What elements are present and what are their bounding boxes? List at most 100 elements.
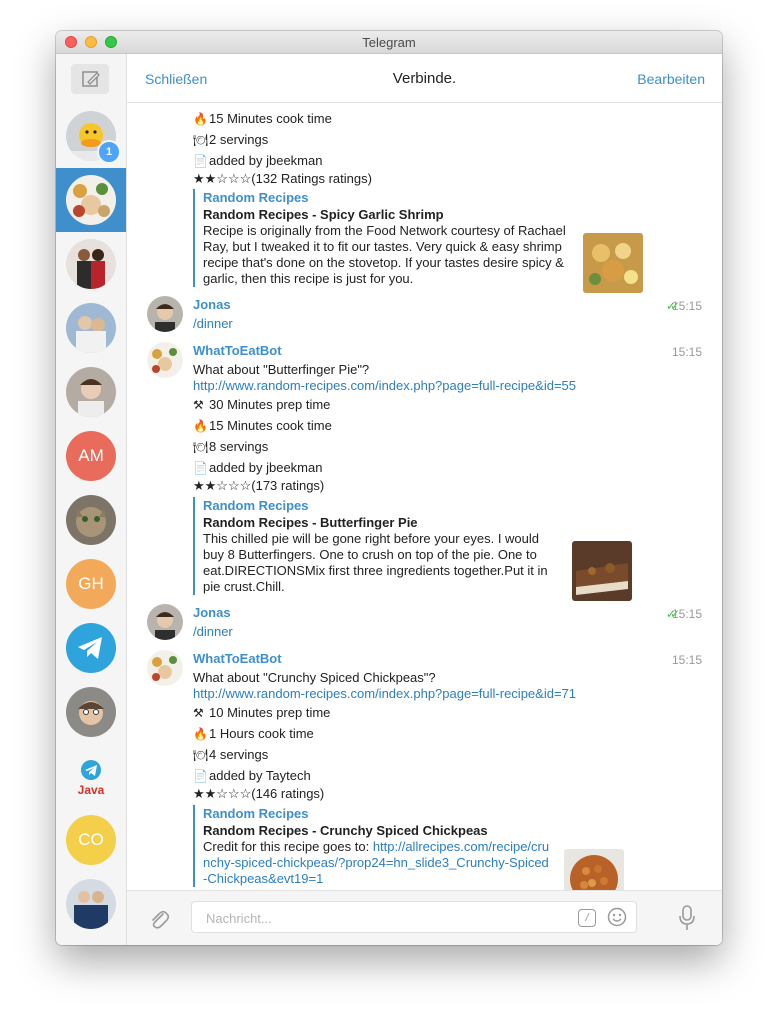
preview-title: Random Recipes - Butterfinger Pie [203,515,418,530]
chat-item-duck[interactable]: 1 [56,104,126,168]
preview-description: Credit for this recipe goes to: http://a… [203,839,550,886]
message-input-box: / [191,901,637,933]
java-label: Java [78,783,105,797]
avatar-initials: CO [66,815,116,865]
emoji-icon[interactable] [607,907,627,927]
avatar-whattoeatbot[interactable] [147,342,183,378]
sender-name[interactable]: Jonas [193,605,231,620]
cook-time-line: 🔥15 Minutes cook time [193,418,332,433]
rating-line: ★★☆☆☆(132 Ratings ratings) [193,171,372,186]
plate-icon: 🍽 [193,133,209,147]
fire-icon: 🔥 [193,112,208,126]
prep-time-line: ⚒ 10 Minutes prep time [193,705,331,720]
unread-badge: 1 [97,140,121,164]
document-icon: 📄 [193,461,208,475]
added-by-line: 📄added by jbeekman [193,460,323,475]
chat-item-couple[interactable] [56,232,126,296]
edit-button[interactable]: Bearbeiten [637,71,705,87]
servings-line: 🍽2 servings [193,132,269,147]
preview-title: Random Recipes - Crunchy Spiced Chickpea… [203,823,488,838]
compose-icon [82,71,100,87]
chat-item-team[interactable] [56,872,126,936]
telegram-window: Telegram 1 AM GH Java CO Schließen Verbi… [56,31,722,945]
link-preview[interactable]: Random Recipes Random Recipes - Spicy Ga… [193,189,573,287]
fire-icon: 🔥 [193,419,208,433]
recipe-link[interactable]: http://www.random-recipes.com/index.php?… [193,378,576,393]
preview-thumbnail-chickpeas[interactable] [564,849,624,890]
avatar-jonas[interactable] [147,604,183,640]
chat-item-co[interactable]: CO [56,808,126,872]
java-telegram-icon: Java [78,760,105,797]
message-input[interactable] [204,908,568,928]
message-time: 15:15 [671,299,702,313]
bot-command-button[interactable]: / [578,909,596,927]
fire-icon: 🔥 [193,727,208,741]
telegram-logo-icon [78,637,102,659]
document-icon: 📄 [193,154,208,168]
message-composer: / [127,890,722,945]
bot-command[interactable]: /dinner [193,624,233,639]
message-time: 15:15 [671,607,702,621]
preview-site: Random Recipes [203,190,309,205]
chat-item-person[interactable] [56,360,126,424]
servings-line: 🍽8 servings [193,439,269,454]
preview-site: Random Recipes [203,806,309,821]
compose-button[interactable] [71,64,109,94]
link-preview[interactable]: Random Recipes Random Recipes - Crunchy … [193,805,553,887]
sender-name[interactable]: Jonas [193,297,231,312]
chat-item-telegram[interactable] [56,616,126,680]
rating-line: ★★☆☆☆(146 ratings) [193,786,325,801]
avatar [66,623,116,673]
preview-description: Recipe is originally from the Food Netwo… [203,223,566,286]
message-list[interactable]: 🔥15 Minutes cook time 🍽2 servings 📄added… [127,103,722,890]
recipe-link[interactable]: http://www.random-recipes.com/index.php?… [193,686,576,701]
tools-icon: ⚒ [193,706,204,720]
chat-item-java[interactable]: Java [56,744,126,808]
avatar [66,175,116,225]
avatar-initials: GH [66,559,116,609]
plate-icon: 🍽 [193,440,209,454]
preview-thumbnail-pie[interactable] [572,541,632,601]
sender-name[interactable]: WhatToEatBot [193,651,282,666]
title-bar: Telegram [56,31,722,54]
avatar [66,239,116,289]
rating-line: ★★☆☆☆(173 ratings) [193,478,325,493]
chat-panel: Schließen Verbinde. Bearbeiten 🔥15 Minut… [127,54,722,945]
avatar [66,687,116,737]
chat-sidebar: 1 AM GH Java CO [56,54,127,945]
chat-item-group[interactable] [56,296,126,360]
avatar-whattoeatbot[interactable] [147,650,183,686]
chat-item-gh[interactable]: GH [56,552,126,616]
microphone-icon[interactable] [679,905,695,931]
recipe-question: What about "Crunchy Spiced Chickpeas"? [193,670,436,685]
cook-time-line: 🔥1 Hours cook time [193,726,314,741]
preview-title: Random Recipes - Spicy Garlic Shrimp [203,207,444,222]
added-by-line: 📄added by Taytech [193,768,311,783]
chat-item-whattoeatbot[interactable] [56,168,126,232]
plate-icon: 🍽 [193,748,209,762]
paperclip-icon[interactable] [149,908,169,930]
added-by-line: 📄added by jbeekman [193,153,323,168]
preview-description: This chilled pie will be gone right befo… [203,531,548,594]
bot-command[interactable]: /dinner [193,316,233,331]
message-time: 15:15 [671,653,702,667]
chat-header: Schließen Verbinde. Bearbeiten [127,54,722,103]
chat-item-friend[interactable] [56,680,126,744]
sender-name[interactable]: WhatToEatBot [193,343,282,358]
preview-thumbnail-shrimp[interactable] [583,233,643,293]
chat-item-am[interactable]: AM [56,424,126,488]
link-preview[interactable]: Random Recipes Random Recipes - Butterfi… [193,497,561,595]
connection-status: Verbinde. [392,70,457,87]
avatar [66,303,116,353]
prep-time-line: ⚒ 30 Minutes prep time [193,397,331,412]
window-title: Telegram [362,35,416,50]
avatar [66,367,116,417]
preview-site: Random Recipes [203,498,309,513]
avatar: Java [66,751,116,801]
recipe-question: What about "Butterfinger Pie"? [193,362,370,377]
message-time: 15:15 [671,345,702,359]
servings-line: 🍽4 servings [193,747,269,762]
chat-item-cat[interactable] [56,488,126,552]
avatar-jonas[interactable] [147,296,183,332]
cook-time-line: 🔥15 Minutes cook time [193,111,332,126]
